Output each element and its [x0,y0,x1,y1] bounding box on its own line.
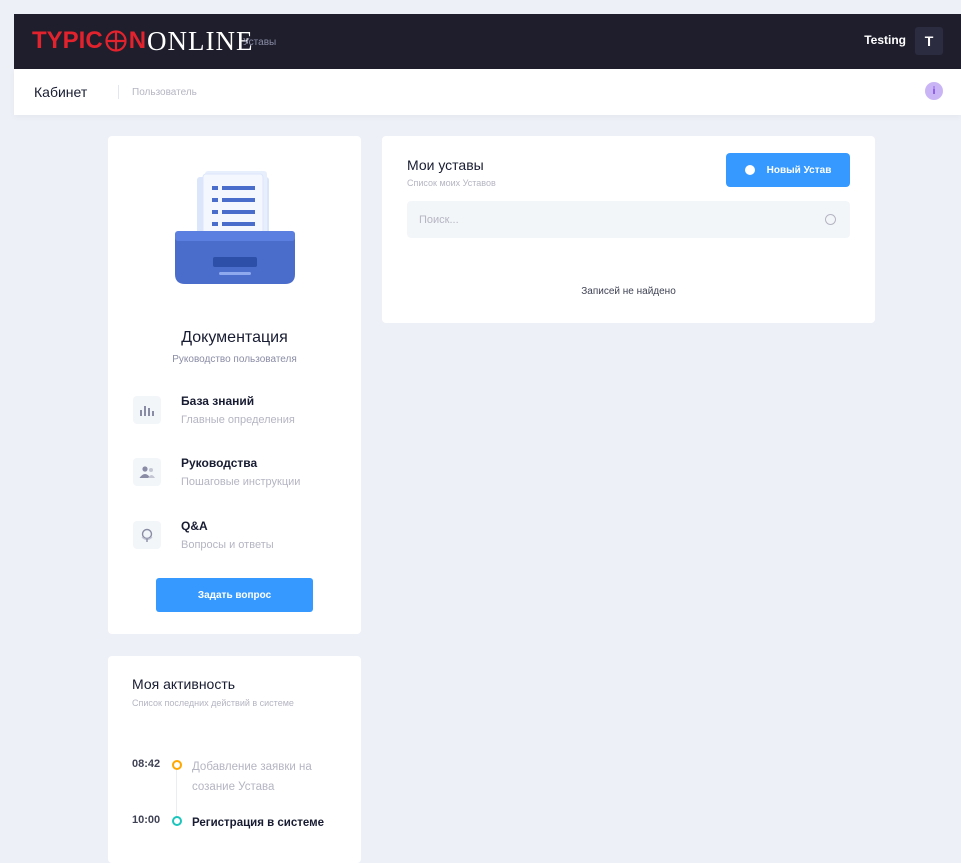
doc-item-qa[interactable]: Q&A Вопросы и ответы [133,517,343,567]
logo-n: N [128,27,147,54]
new-charter-button[interactable]: Новый Устав [726,153,850,187]
user-avatar[interactable]: T [915,27,943,55]
documentation-subtitle: Руководство пользователя [172,354,297,365]
doc-item-subtitle: Пошаговые инструкции [181,476,301,488]
search-input[interactable] [419,201,819,238]
users-icon [133,458,161,486]
menu-item-charters[interactable]: Уставы [239,34,280,51]
doc-item-title: Q&A [181,519,208,533]
plus-icon [744,165,755,175]
doc-item-title: Руководства [181,456,258,470]
doc-item-title: База знаний [181,394,255,408]
logo[interactable]: TYPIC N ONLINE [32,25,254,56]
doc-item-subtitle: Вопросы и ответы [181,539,274,551]
timeline-dot-icon [172,760,182,770]
ask-question-button[interactable]: Задать вопрос [156,578,313,612]
logo-online: ONLINE [147,25,254,56]
timeline-dot-icon [172,816,182,826]
cross-logo-icon [105,30,127,52]
document-tray-illustration [175,171,295,284]
activity-subtitle: Список последних действий в системе [132,698,294,708]
documentation-title: Документация [181,329,288,346]
charters-subtitle: Список моих Уставов [407,178,496,188]
documentation-card: Документация Руководство пользователя Ба… [108,136,361,634]
new-charter-label: Новый Устав [766,164,832,176]
globe-icon [133,521,161,549]
timeline-text: Регистрация в системе [192,817,325,829]
timeline-time: 08:42 [132,758,161,770]
breadcrumb[interactable]: Пользователь [132,87,197,98]
top-header: TYPIC N ONLINE Уставы Testing T [14,14,961,69]
my-charters-card: Мои уставы Список моих Уставов Новый Уст… [382,136,875,323]
doc-item-knowledge-base[interactable]: База знаний Главные определения [133,392,343,442]
activity-title: Моя активность [132,676,236,692]
chart-bars-icon [133,396,161,424]
activity-card: Моя активность Список последних действий… [108,656,361,863]
timeline-time: 10:00 [132,814,161,826]
search-box [407,201,850,238]
subheader-divider [118,85,119,99]
timeline-text: Добавление заявки на созание Устава [192,761,312,793]
search-icon[interactable] [825,214,836,225]
empty-state-text: Записей не найдено [581,286,676,297]
subheader: Кабинет Пользователь i [14,69,961,115]
logo-typic: TYPIC [32,27,103,54]
user-name[interactable]: Testing [864,33,906,47]
info-icon[interactable]: i [925,82,943,100]
doc-item-subtitle: Главные определения [181,414,295,426]
charters-title: Мои уставы [407,157,484,173]
page-title: Кабинет [34,84,88,100]
doc-item-guides[interactable]: Руководства Пошаговые инструкции [133,454,343,504]
